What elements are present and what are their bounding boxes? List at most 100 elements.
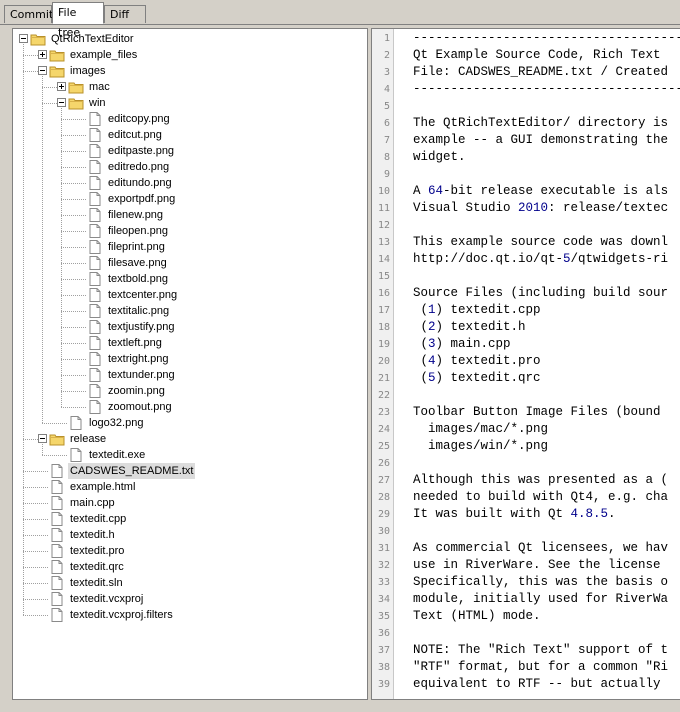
code-line[interactable]: Toolbar Button Image Files (bound	[413, 404, 661, 421]
expand-icon[interactable]	[38, 50, 47, 59]
code-line[interactable]: use in RiverWare. See the license	[413, 557, 661, 574]
code-line[interactable]: http://doc.qt.io/qt-5/qtwidgets-ri	[413, 251, 668, 268]
tree-folder-images[interactable]: images	[13, 63, 367, 79]
tree-file[interactable]: textedit.h	[13, 527, 367, 543]
tree-file[interactable]: example.html	[13, 479, 367, 495]
file-icon	[87, 128, 103, 142]
tree-file[interactable]: editredo.png	[13, 159, 367, 175]
tree-folder-release[interactable]: release	[13, 431, 367, 447]
tree-file[interactable]: main.cpp	[13, 495, 367, 511]
line-number: 9	[383, 169, 390, 180]
code-line[interactable]: Visual Studio 2010: release/textec	[413, 200, 668, 217]
tree-file[interactable]: textleft.png	[13, 335, 367, 351]
tree-file[interactable]: exportpdf.png	[13, 191, 367, 207]
collapse-icon[interactable]	[38, 434, 47, 443]
tree-file[interactable]: zoomin.png	[13, 383, 367, 399]
tree-file[interactable]: textedit.qrc	[13, 559, 367, 575]
code-line[interactable]: Source Files (including build sour	[413, 285, 668, 302]
tree-folder-win[interactable]: win	[13, 95, 367, 111]
file-icon	[49, 560, 65, 574]
tree-file[interactable]: CADSWES_README.txt	[13, 463, 367, 479]
tree-file[interactable]: filesave.png	[13, 255, 367, 271]
line-number: 18	[377, 322, 390, 333]
tab-diff[interactable]: Diff	[104, 5, 146, 23]
file-icon	[49, 544, 65, 558]
tree-item-label: editredo.png	[108, 161, 170, 173]
file-icon	[87, 304, 103, 318]
collapse-icon[interactable]	[19, 34, 28, 43]
line-number: 17	[377, 305, 390, 316]
code-line[interactable]: (1) textedit.cpp	[413, 302, 541, 319]
tree-file[interactable]: textedit.vcxproj.filters	[13, 607, 367, 623]
code-line[interactable]: (5) textedit.qrc	[413, 370, 541, 387]
tree-file[interactable]: textedit.vcxproj	[13, 591, 367, 607]
code-line[interactable]: It was built with Qt 4.8.5.	[413, 506, 616, 523]
tree-file[interactable]: fileopen.png	[13, 223, 367, 239]
tree-file[interactable]: textunder.png	[13, 367, 367, 383]
tab-file-tree[interactable]: File tree	[52, 2, 104, 39]
tree-file[interactable]: textedit.exe	[13, 447, 367, 463]
tree-file[interactable]: textright.png	[13, 351, 367, 367]
code-line[interactable]: needed to build with Qt4, e.g. cha	[413, 489, 668, 506]
code-line[interactable]: images/win/*.png	[413, 438, 548, 455]
code-line[interactable]: (2) textedit.h	[413, 319, 526, 336]
tree-item-label: textbold.png	[108, 273, 168, 285]
tree-file[interactable]: filenew.png	[13, 207, 367, 223]
code-line[interactable]: equivalent to RTF -- but actually	[413, 676, 661, 693]
code-line[interactable]: (4) textedit.pro	[413, 353, 541, 370]
tree-item-label: textedit.h	[70, 529, 115, 541]
code-line[interactable]: File: CADSWES_README.txt / Created	[413, 64, 668, 81]
expand-icon[interactable]	[57, 82, 66, 91]
tree-file[interactable]: textcenter.png	[13, 287, 367, 303]
tree-folder-mac[interactable]: mac	[13, 79, 367, 95]
tree-file[interactable]: textbold.png	[13, 271, 367, 287]
line-number-gutter: 1 2 3 4 5 6 7 8 9 10 11 12 13 14 15 16 17 18 19 20 21 22 23 24 2…	[372, 29, 394, 699]
tree-file[interactable]: editcut.png	[13, 127, 367, 143]
code-line[interactable]: ----------------------------------------	[413, 30, 680, 47]
tree-item-label: CADSWES_README.txt	[68, 463, 196, 479]
code-line[interactable]: Text (HTML) mode.	[413, 608, 541, 625]
code-line[interactable]: ----------------------------------------	[413, 81, 680, 98]
code-line[interactable]: This example source code was downl	[413, 234, 668, 251]
line-number: 39	[377, 679, 390, 690]
code-line[interactable]: images/mac/*.png	[413, 421, 548, 438]
collapse-icon[interactable]	[57, 98, 66, 107]
tree-connector	[61, 263, 86, 264]
tree-file[interactable]: textedit.sln	[13, 575, 367, 591]
code-line[interactable]: As commercial Qt licensees, we hav	[413, 540, 668, 557]
tree-file[interactable]: textedit.cpp	[13, 511, 367, 527]
line-number: 8	[383, 152, 390, 163]
tree-connector	[61, 311, 86, 312]
code-line[interactable]: module, initially used for RiverWa	[413, 591, 668, 608]
horizontal-scrollbar[interactable]	[371, 700, 680, 712]
tree-file[interactable]: editcopy.png	[13, 111, 367, 127]
collapse-icon[interactable]	[38, 66, 47, 75]
tree-connector	[42, 455, 67, 456]
code-line[interactable]: "RTF" format, but for a common "Ri	[413, 659, 668, 676]
code-line[interactable]: Qt Example Source Code, Rich Text	[413, 47, 661, 64]
tab-commit[interactable]: Commit	[4, 5, 53, 23]
text-editor-panel[interactable]: 1 2 3 4 5 6 7 8 9 10 11 12 13 14 15 16 17 18 19 20 21 22 23 24 2…	[371, 28, 680, 700]
tree-file[interactable]: editpaste.png	[13, 143, 367, 159]
file-icon	[87, 192, 103, 206]
tree-folder-example-files[interactable]: example_files	[13, 47, 367, 63]
code-line[interactable]: Specifically, this was the basis o	[413, 574, 668, 591]
file-tree-panel[interactable]: QtRichTextEditor example_files images mac wi…	[12, 28, 368, 700]
tree-file[interactable]: textedit.pro	[13, 543, 367, 559]
code-line[interactable]: widget.	[413, 149, 466, 166]
code-line[interactable]: example -- a GUI demonstrating the	[413, 132, 668, 149]
tree-file[interactable]: editundo.png	[13, 175, 367, 191]
tree-file[interactable]: textitalic.png	[13, 303, 367, 319]
tree-file[interactable]: logo32.png	[13, 415, 367, 431]
code-line[interactable]: (3) main.cpp	[413, 336, 511, 353]
code-line[interactable]: A 64-bit release executable is als	[413, 183, 668, 200]
tree-item-label: textedit.vcxproj	[70, 593, 144, 605]
code-line[interactable]: Although this was presented as a (	[413, 472, 668, 489]
folder-icon	[68, 96, 84, 110]
tree-file[interactable]: zoomout.png	[13, 399, 367, 415]
tree-connector	[61, 167, 86, 168]
code-line[interactable]: NOTE: The "Rich Text" support of t	[413, 642, 668, 659]
tree-file[interactable]: fileprint.png	[13, 239, 367, 255]
code-line[interactable]: The QtRichTextEditor/ directory is	[413, 115, 668, 132]
tree-file[interactable]: textjustify.png	[13, 319, 367, 335]
